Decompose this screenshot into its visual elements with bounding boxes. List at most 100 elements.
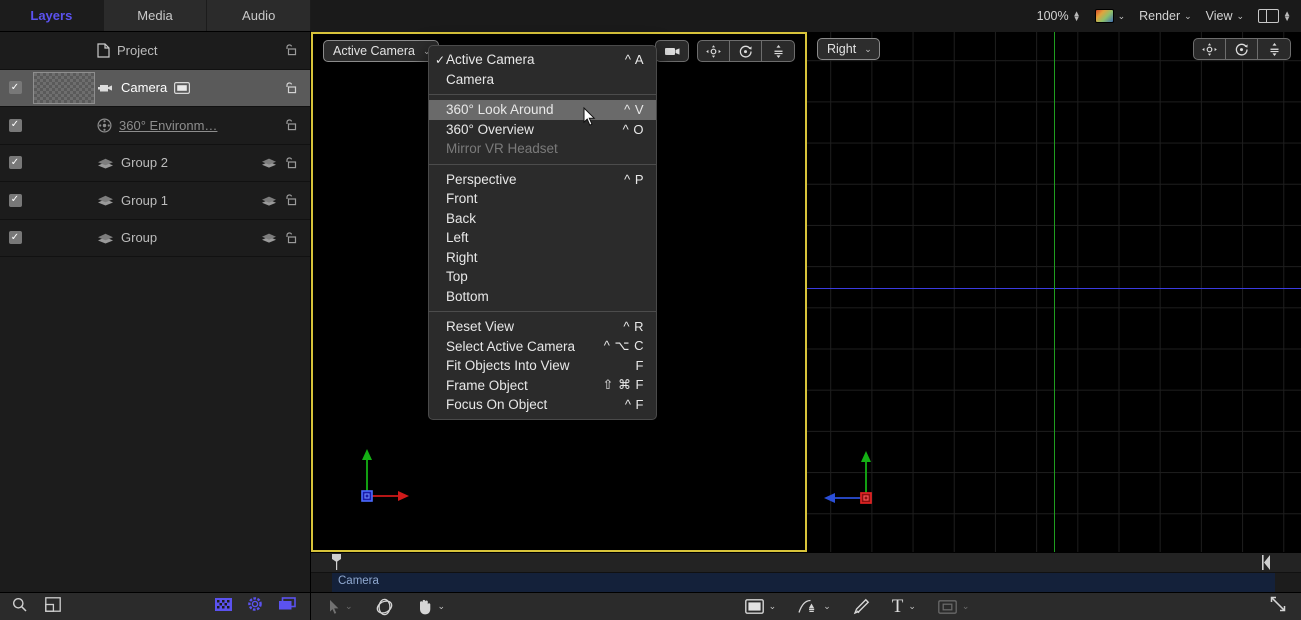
tab-audio[interactable]: Audio (207, 0, 311, 31)
camera-view-badge-icon[interactable] (174, 82, 190, 94)
menu-item-right[interactable]: Right (429, 248, 656, 268)
menu-item-360-look-around[interactable]: 360° Look Around ^ V (429, 100, 656, 120)
layer-row-group[interactable]: ✓ Group (0, 220, 310, 258)
playhead-icon[interactable] (332, 554, 342, 570)
menu-item-perspective[interactable]: Perspective ^ P (429, 170, 656, 190)
chevron-down-icon[interactable]: ⌄ (769, 601, 777, 612)
menu-item-back[interactable]: Back (429, 209, 656, 229)
toolbar-left-group: ⌄ ⌄ (311, 598, 445, 616)
layer-main: Group (97, 230, 261, 245)
orbit-3d-icon[interactable] (730, 41, 762, 61)
chevron-down-icon[interactable]: ⌄ (823, 601, 831, 612)
layer-row-group-1[interactable]: ✓ Group 1 (0, 182, 310, 220)
pen-bezier-tool[interactable]: ⌄ (798, 598, 831, 615)
end-marker-icon[interactable] (1262, 555, 1271, 570)
search-icon[interactable] (12, 597, 27, 617)
split-panel-icon (1258, 9, 1279, 23)
unlock-icon[interactable] (283, 193, 297, 207)
dolly-3d-icon[interactable] (762, 41, 794, 61)
viewport-right-ortho[interactable]: Right ⌄ (807, 32, 1301, 552)
chevron-down-icon[interactable]: ⌄ (908, 601, 916, 612)
group-stack-icon[interactable] (261, 232, 277, 243)
layer-visibility-checkbox[interactable]: ✓ (9, 231, 22, 244)
view-menu[interactable]: View ⌄ (1206, 9, 1244, 23)
tab-media-label: Media (137, 8, 172, 23)
menu-item-bottom[interactable]: Bottom (429, 287, 656, 307)
gear-icon[interactable] (247, 596, 263, 617)
menu-item-label: Reset View (446, 319, 623, 334)
layer-visibility-checkbox[interactable]: ✓ (9, 81, 22, 94)
tab-media[interactable]: Media (104, 0, 208, 31)
text-tool[interactable]: T ⌄ (892, 597, 916, 616)
paint-stroke-tool[interactable] (853, 598, 870, 615)
menu-item-left[interactable]: Left (429, 228, 656, 248)
tab-layers-label: Layers (30, 8, 72, 23)
color-profile-control[interactable]: ⌄ (1095, 9, 1126, 23)
menu-item-camera[interactable]: Camera (429, 70, 656, 90)
timeline-ruler[interactable] (311, 553, 1301, 573)
menu-item-shortcut: ^ O (623, 122, 644, 137)
chevron-down-icon: ⌄ (1118, 11, 1126, 22)
hand-pan-tool[interactable]: ⌄ (416, 598, 446, 615)
layer-right-icons (261, 193, 310, 207)
toolbar-mid-group: ⌄ ⌄ T ⌄ ⌄ (745, 597, 970, 616)
menu-item-top[interactable]: Top (429, 267, 656, 287)
menu-item-360-overview[interactable]: 360° Overview ^ O (429, 120, 656, 140)
chevron-down-icon[interactable]: ⌄ (345, 601, 353, 612)
menu-item-select-active-camera[interactable]: Select Active Camera ^ ⌥ C (429, 337, 656, 357)
select-arrow-tool[interactable]: ⌄ (329, 599, 353, 614)
chevron-down-icon: ⌄ (1237, 11, 1245, 22)
viewport-camera-selector[interactable]: Active Camera ⌄ (323, 40, 439, 62)
menu-item-reset-view[interactable]: Reset View ^ R (429, 317, 656, 337)
dolly-3d-icon[interactable] (1258, 39, 1290, 59)
chevron-down-icon[interactable]: ⌄ (438, 601, 446, 612)
axis-gizmo-left (359, 444, 419, 504)
pan-3d-icon[interactable] (698, 41, 730, 61)
timeline-track-label: Camera (338, 575, 379, 587)
layer-row-camera[interactable]: ✓ Camera (0, 70, 310, 108)
unlock-icon[interactable] (283, 81, 297, 95)
viewport-nav-group (697, 40, 795, 62)
resize-diagonal-icon[interactable] (1269, 595, 1287, 618)
pan-3d-icon[interactable] (1194, 39, 1226, 59)
motion-app-window: Layers Media Audio 100% ▲▼ ⌄ Render ⌄ Vi… (0, 0, 1301, 620)
layer-visibility-checkbox[interactable]: ✓ (9, 119, 22, 132)
checkerboard-icon[interactable] (215, 598, 232, 616)
timeline-track-camera[interactable]: Camera (311, 573, 1301, 592)
render-menu[interactable]: Render ⌄ (1139, 9, 1192, 23)
menu-item-fit-objects-into-view[interactable]: Fit Objects Into View F (429, 356, 656, 376)
layer-right-icons (261, 231, 310, 245)
tab-layers[interactable]: Layers (0, 0, 104, 31)
layer-visibility-checkbox[interactable]: ✓ (9, 156, 22, 169)
viewport-view-selector[interactable]: Right ⌄ (817, 38, 880, 60)
menu-item-label: Focus On Object (446, 397, 625, 412)
group-stack-icon[interactable] (261, 195, 277, 206)
layout-control[interactable]: ▲▼ (1258, 9, 1291, 23)
menu-item-front[interactable]: Front (429, 189, 656, 209)
unlock-icon[interactable] (283, 156, 297, 170)
transform-3d-tool[interactable] (375, 598, 394, 616)
orbit-3d-icon[interactable] (1226, 39, 1258, 59)
layers-stack-icon[interactable] (278, 597, 296, 616)
camera-view-dropdown-menu[interactable]: ✓ Active Camera ^ A Camera 360° Look Aro… (428, 45, 657, 420)
menu-item-focus-on-object[interactable]: Focus On Object ^ F (429, 395, 656, 415)
grid-vertical-axis (1054, 32, 1055, 552)
menu-item-frame-object[interactable]: Frame Object ⇧ ⌘ F (429, 376, 656, 396)
unlock-icon[interactable] (283, 43, 297, 57)
camera-toggle-icon[interactable] (656, 41, 688, 61)
layer-row-group-2[interactable]: ✓ Group 2 (0, 145, 310, 183)
timeline-panel[interactable]: Camera (311, 552, 1301, 592)
sidebar-tabbar: Layers Media Audio (0, 0, 311, 32)
zoom-level-control[interactable]: 100% ▲▼ (1037, 9, 1081, 23)
layer-row-360-environment[interactable]: ✓ 360° Environm… (0, 107, 310, 145)
rectangle-shape-tool[interactable]: ⌄ (745, 599, 777, 614)
layer-visibility-checkbox[interactable]: ✓ (9, 194, 22, 207)
layer-row-project[interactable]: Project (0, 32, 310, 70)
text-tool-icon: T (892, 597, 904, 616)
unlock-icon[interactable] (283, 118, 297, 132)
group-icon (97, 157, 114, 169)
layout-panel-icon[interactable] (45, 597, 61, 617)
menu-item-active-camera[interactable]: ✓ Active Camera ^ A (429, 50, 656, 70)
unlock-icon[interactable] (283, 231, 297, 245)
group-stack-icon[interactable] (261, 157, 277, 168)
